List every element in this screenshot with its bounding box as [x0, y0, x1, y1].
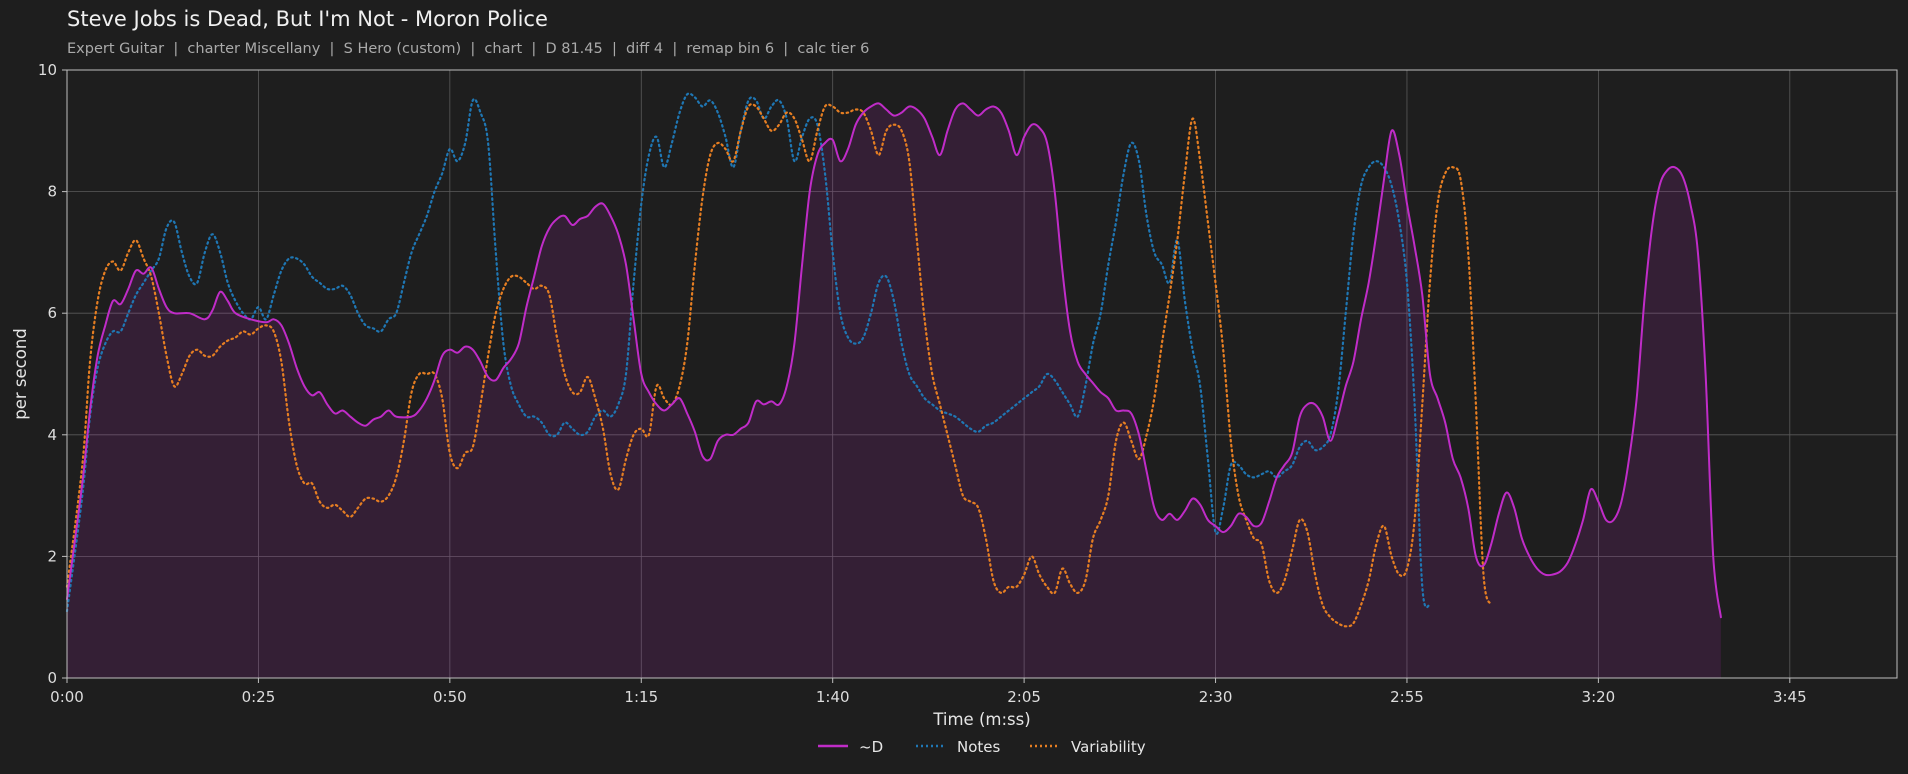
x-tick-label: 0:50 [433, 688, 467, 706]
x-tick-label: 0:00 [50, 688, 84, 706]
legend-label-variability: Variability [1071, 738, 1146, 756]
y-axis-label: per second [11, 328, 30, 420]
legend-label-notes: Notes [957, 738, 1001, 756]
x-tick-label: 2:30 [1199, 688, 1233, 706]
y-tick-label: 4 [47, 426, 57, 444]
chart-canvas: 0:00 0:25 0:50 1:15 1:40 2:05 2:30 2:55 3:20 3:45… [11, 61, 1898, 756]
x-tick-label: 0:25 [242, 688, 276, 706]
x-tick-label: 2:05 [1007, 688, 1041, 706]
x-tick-label: 3:45 [1773, 688, 1807, 706]
x-axis-label: Time (m:ss) [932, 710, 1030, 729]
y-tick-label: 0 [47, 669, 57, 687]
legend-item-d: ~D [818, 738, 883, 756]
chart-figure: Steve Jobs is Dead, But I'm Not - Moron … [0, 0, 1908, 774]
legend: ~D Notes Variability [818, 738, 1146, 756]
y-tick-label: 6 [47, 304, 57, 322]
y-tick-label: 8 [47, 183, 57, 201]
x-tick-label: 1:15 [624, 688, 658, 706]
legend-label-d: ~D [859, 738, 883, 756]
x-tick-label: 3:20 [1582, 688, 1616, 706]
x-tick-label: 2:55 [1390, 688, 1424, 706]
y-tick-label: 2 [47, 547, 57, 565]
y-tick-label: 10 [38, 61, 57, 79]
legend-item-variability: Variability [1030, 738, 1146, 756]
legend-item-notes: Notes [916, 738, 1001, 756]
x-tick-label: 1:40 [816, 688, 850, 706]
